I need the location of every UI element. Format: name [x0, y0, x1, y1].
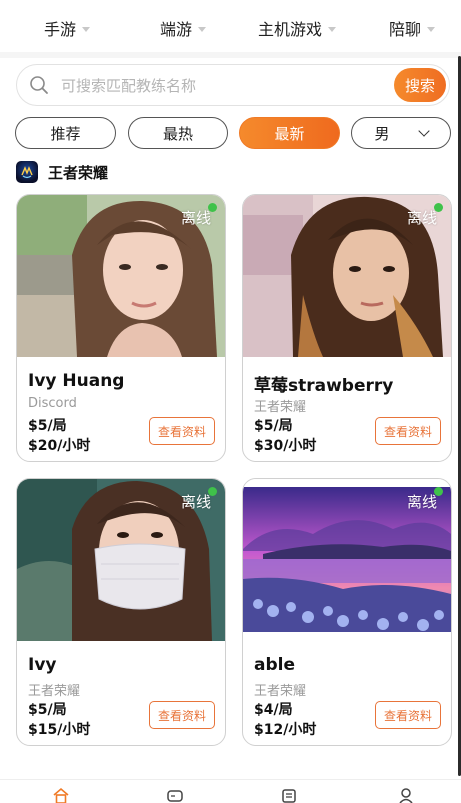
coach-name: 草莓strawberry [254, 376, 394, 396]
game-logo-icon [16, 161, 38, 183]
coach-name: Ivy Huang [28, 371, 125, 391]
tab-label: 手游 [44, 20, 77, 39]
view-profile-button[interactable]: 查看资料 [375, 417, 441, 445]
status-dot [208, 203, 217, 212]
coach-card[interactable]: 离线 Ivy Huang Discord $5/局 $20/小时 查看资料 [16, 194, 226, 462]
caret-down-icon [427, 26, 436, 32]
tab-label: 主机游戏 [258, 20, 323, 39]
status-dot [208, 487, 217, 496]
price-per-round: $5/局 [254, 418, 293, 434]
home-icon[interactable] [52, 786, 70, 803]
bottom-nav [0, 779, 461, 803]
price-per-round: $5/局 [28, 418, 67, 434]
status-label: 离线 [406, 493, 437, 511]
price-per-round: $4/局 [254, 702, 293, 718]
top-category-nav: 手游 端游 主机游戏 陪聊 [0, 0, 461, 54]
header-divider [0, 52, 461, 58]
view-profile-button[interactable]: 查看资料 [375, 701, 441, 729]
section-title: 王者荣耀 [48, 163, 109, 182]
profile-icon[interactable] [397, 786, 415, 803]
price-per-hour: $20/小时 [28, 438, 91, 454]
coach-card[interactable]: 离线 草莓strawberry 王者荣耀 $5/局 $30/小时 查看资料 [242, 194, 452, 462]
tab-label: 陪聊 [389, 20, 422, 39]
status-label: 离线 [180, 493, 211, 511]
coach-name: able [254, 655, 295, 675]
chevron-down-icon [417, 125, 430, 137]
tab-chat[interactable]: 陪聊 [389, 16, 436, 40]
price-per-round: $5/局 [28, 702, 67, 718]
search-button[interactable]: 搜索 [394, 68, 446, 102]
coach-game: Discord [28, 396, 77, 411]
coach-game: 王者荣耀 [254, 400, 307, 415]
tab-label: 端游 [160, 20, 193, 39]
tab-mobile-games[interactable]: 手游 [44, 16, 91, 40]
filter-hottest[interactable]: 最热 [128, 117, 228, 149]
game-icon[interactable] [166, 786, 184, 803]
caret-down-icon [198, 26, 207, 32]
section-header: 王者荣耀 [16, 161, 108, 183]
gender-dropdown[interactable]: 男 [351, 117, 451, 149]
status-dot [434, 487, 443, 496]
filter-newest[interactable]: 最新 [239, 117, 340, 149]
status-label: 离线 [180, 209, 211, 227]
view-profile-button[interactable]: 查看资料 [149, 701, 215, 729]
search-bar: 搜索 [16, 64, 450, 106]
price-per-hour: $12/小时 [254, 722, 317, 738]
tab-console-games[interactable]: 主机游戏 [258, 16, 337, 40]
coach-game: 王者荣耀 [254, 684, 307, 699]
gender-dropdown-value: 男 [374, 124, 390, 143]
search-icon [30, 76, 48, 94]
view-profile-button[interactable]: 查看资料 [149, 417, 215, 445]
filter-recommended[interactable]: 推荐 [15, 117, 116, 149]
price-per-hour: $30/小时 [254, 438, 317, 454]
status-label: 离线 [406, 209, 437, 227]
status-dot [434, 203, 443, 212]
caret-down-icon [82, 26, 91, 32]
caret-down-icon [328, 26, 337, 32]
coach-card[interactable]: 离线 able 王者荣耀 $4/局 $12/小时 查看资料 [242, 478, 452, 746]
tab-pc-games[interactable]: 端游 [160, 16, 207, 40]
message-icon[interactable] [280, 786, 298, 803]
coach-card[interactable]: 离线 Ivy 王者荣耀 $5/局 $15/小时 查看资料 [16, 478, 226, 746]
price-per-hour: $15/小时 [28, 722, 91, 738]
coach-game: 王者荣耀 [28, 684, 81, 699]
filter-bar: 推荐 最热 最新 男 [15, 117, 451, 150]
coach-name: Ivy [28, 655, 57, 675]
search-input[interactable] [61, 73, 361, 99]
